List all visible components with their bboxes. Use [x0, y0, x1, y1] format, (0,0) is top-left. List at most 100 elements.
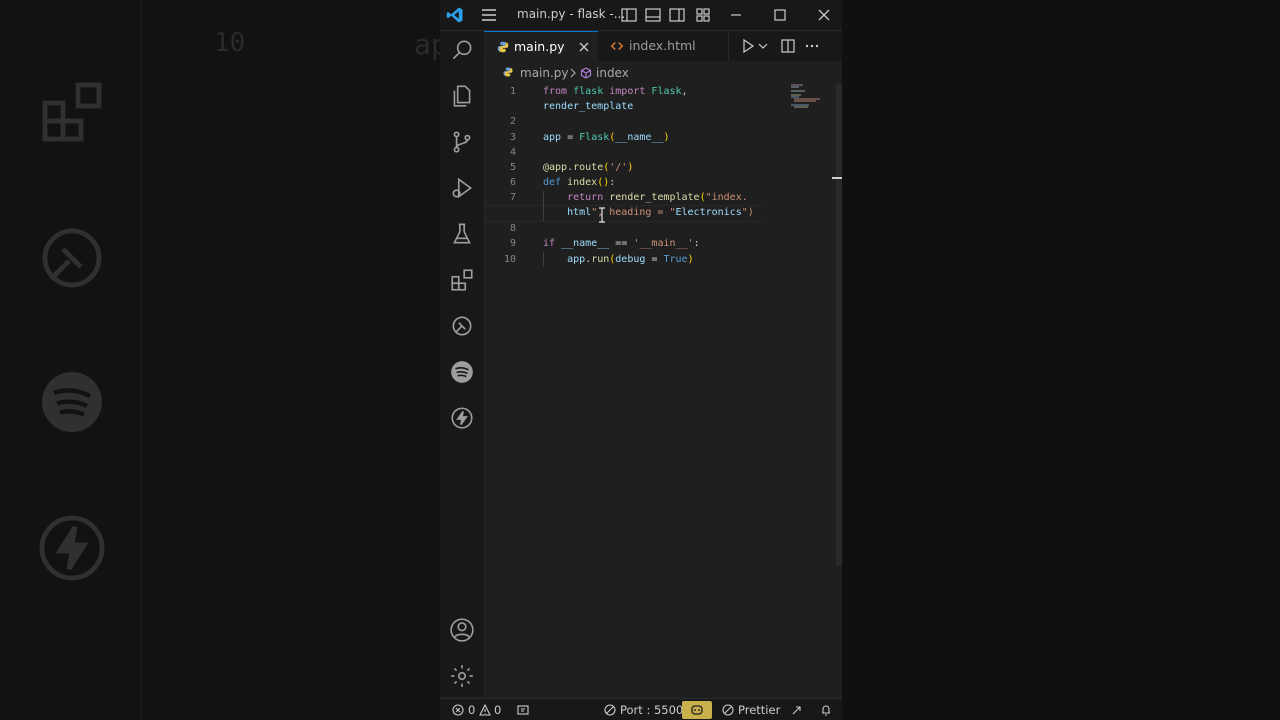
background-extensions-icon: [42, 82, 102, 142]
activity-extensions[interactable]: [449, 267, 475, 293]
notifications-bell-icon[interactable]: [820, 704, 832, 716]
toggle-primary-sidebar-button[interactable]: [620, 6, 638, 24]
remote-explorer-icon: [452, 316, 472, 336]
minimize-icon: [731, 14, 741, 16]
vscode-window: main.py - flask -... main.py index.html: [440, 0, 842, 720]
customize-layout-button[interactable]: [694, 6, 712, 24]
status-bar: 0 0 Port : 5500 Prettier: [440, 698, 842, 720]
code-line: from flask import Flask,: [543, 86, 688, 97]
code-line: html", heading = "Electronics"): [567, 207, 754, 218]
spotify-icon: [451, 361, 473, 383]
run-debug-icon: [452, 177, 473, 199]
code-line: return render_template("index.: [567, 192, 748, 203]
background-code: ap: [414, 28, 440, 61]
activity-thunder-client[interactable]: [449, 405, 475, 431]
title-bar: main.py - flask -...: [440, 0, 842, 31]
activity-search[interactable]: [449, 37, 475, 63]
method-symbol-icon: [580, 67, 592, 79]
tab-main-py[interactable]: main.py: [484, 31, 598, 61]
vertical-scrollbar[interactable]: [836, 84, 842, 566]
line-number: 5: [509, 162, 516, 173]
more-actions-icon[interactable]: [804, 38, 820, 54]
window-title: main.py - flask -...: [517, 7, 626, 21]
breadcrumb-symbol[interactable]: index: [596, 66, 629, 80]
line-number: 10: [503, 254, 516, 265]
run-dropdown-chevron-icon[interactable]: [758, 38, 768, 54]
split-editor-icon[interactable]: [780, 38, 796, 54]
tab-label: index.html: [629, 38, 696, 53]
breadcrumb-file[interactable]: main.py: [520, 66, 569, 80]
code-editor[interactable]: 1 2 3 4 5 6 7 8 9 10 from flask import F…: [484, 84, 842, 696]
background-line-number: 10: [214, 28, 246, 58]
code-line: if __name__ == '__main__':: [543, 238, 700, 249]
tab-index-html[interactable]: index.html: [598, 31, 729, 61]
code-line: app = Flask(__name__): [543, 132, 670, 143]
manage-gear-icon: [451, 665, 473, 687]
copilot-status[interactable]: [682, 701, 712, 719]
double-check-icon: [722, 704, 734, 716]
code-line: @app.route('/'): [543, 162, 634, 173]
background-spotify-icon: [42, 372, 102, 432]
activity-bar: [440, 31, 485, 697]
port-label: Port : 5500: [620, 703, 684, 717]
html-icon: [610, 42, 624, 50]
feedback-icon[interactable]: [791, 704, 803, 716]
background-bolt-icon: [39, 515, 105, 581]
line-number: 7: [509, 192, 516, 203]
close-tab-icon[interactable]: [578, 41, 590, 53]
extensions-icon: [451, 269, 473, 291]
code-line: def index():: [543, 177, 616, 188]
error-icon: [452, 704, 464, 716]
ports-icon[interactable]: [517, 704, 529, 716]
minimize-button[interactable]: [727, 6, 745, 24]
line-number: 8: [509, 223, 516, 234]
editor-tabs: main.py index.html: [484, 31, 842, 61]
copilot-icon: [691, 705, 703, 715]
activity-run-debug[interactable]: [449, 175, 475, 201]
activity-testing[interactable]: [449, 221, 475, 247]
activity-manage[interactable]: [449, 663, 475, 689]
tab-label: main.py: [514, 39, 565, 54]
layout-sidebar-right-icon: [669, 8, 685, 22]
toggle-secondary-sidebar-button[interactable]: [668, 6, 686, 24]
run-python-file-icon[interactable]: [740, 38, 756, 54]
chevron-right-icon: [570, 68, 576, 78]
warning-count: 0: [494, 703, 502, 717]
layout-panel-icon: [645, 8, 661, 22]
python-icon: [497, 41, 509, 53]
line-number: 4: [509, 147, 516, 158]
line-number: 2: [509, 116, 516, 127]
layout-sidebar-left-icon: [621, 8, 637, 22]
activity-explorer[interactable]: [449, 83, 475, 109]
background-divider: [140, 0, 142, 720]
python-icon: [503, 67, 513, 77]
minimap[interactable]: [790, 84, 830, 124]
close-window-button[interactable]: [815, 6, 833, 24]
maximize-button[interactable]: [771, 6, 789, 24]
activity-accounts[interactable]: [449, 617, 475, 643]
code-line: render_template: [543, 101, 634, 112]
no-broadcast-icon: [604, 704, 616, 716]
toggle-panel-button[interactable]: [644, 6, 662, 24]
testing-icon: [453, 223, 471, 244]
line-number: 6: [509, 177, 516, 188]
explorer-icon: [453, 85, 471, 107]
close-icon: [818, 9, 830, 21]
activity-remote-explorer[interactable]: [449, 313, 475, 339]
vscode-logo-icon: [446, 7, 463, 23]
text-cursor-icon: [599, 207, 605, 223]
error-count: 0: [468, 703, 476, 717]
thunder-client-icon: [451, 407, 473, 429]
source-control-icon: [453, 131, 471, 153]
activity-source-control[interactable]: [449, 129, 475, 155]
line-number: 1: [509, 86, 516, 97]
background-remote-icon: [42, 228, 102, 288]
maximize-icon: [774, 9, 786, 21]
editor-actions: [732, 31, 842, 61]
warning-icon: [479, 704, 491, 716]
menu-icon[interactable]: [480, 7, 498, 23]
activity-spotify[interactable]: [449, 359, 475, 385]
account-icon: [450, 618, 474, 642]
search-icon: [452, 40, 472, 60]
line-number: 3: [509, 132, 516, 143]
